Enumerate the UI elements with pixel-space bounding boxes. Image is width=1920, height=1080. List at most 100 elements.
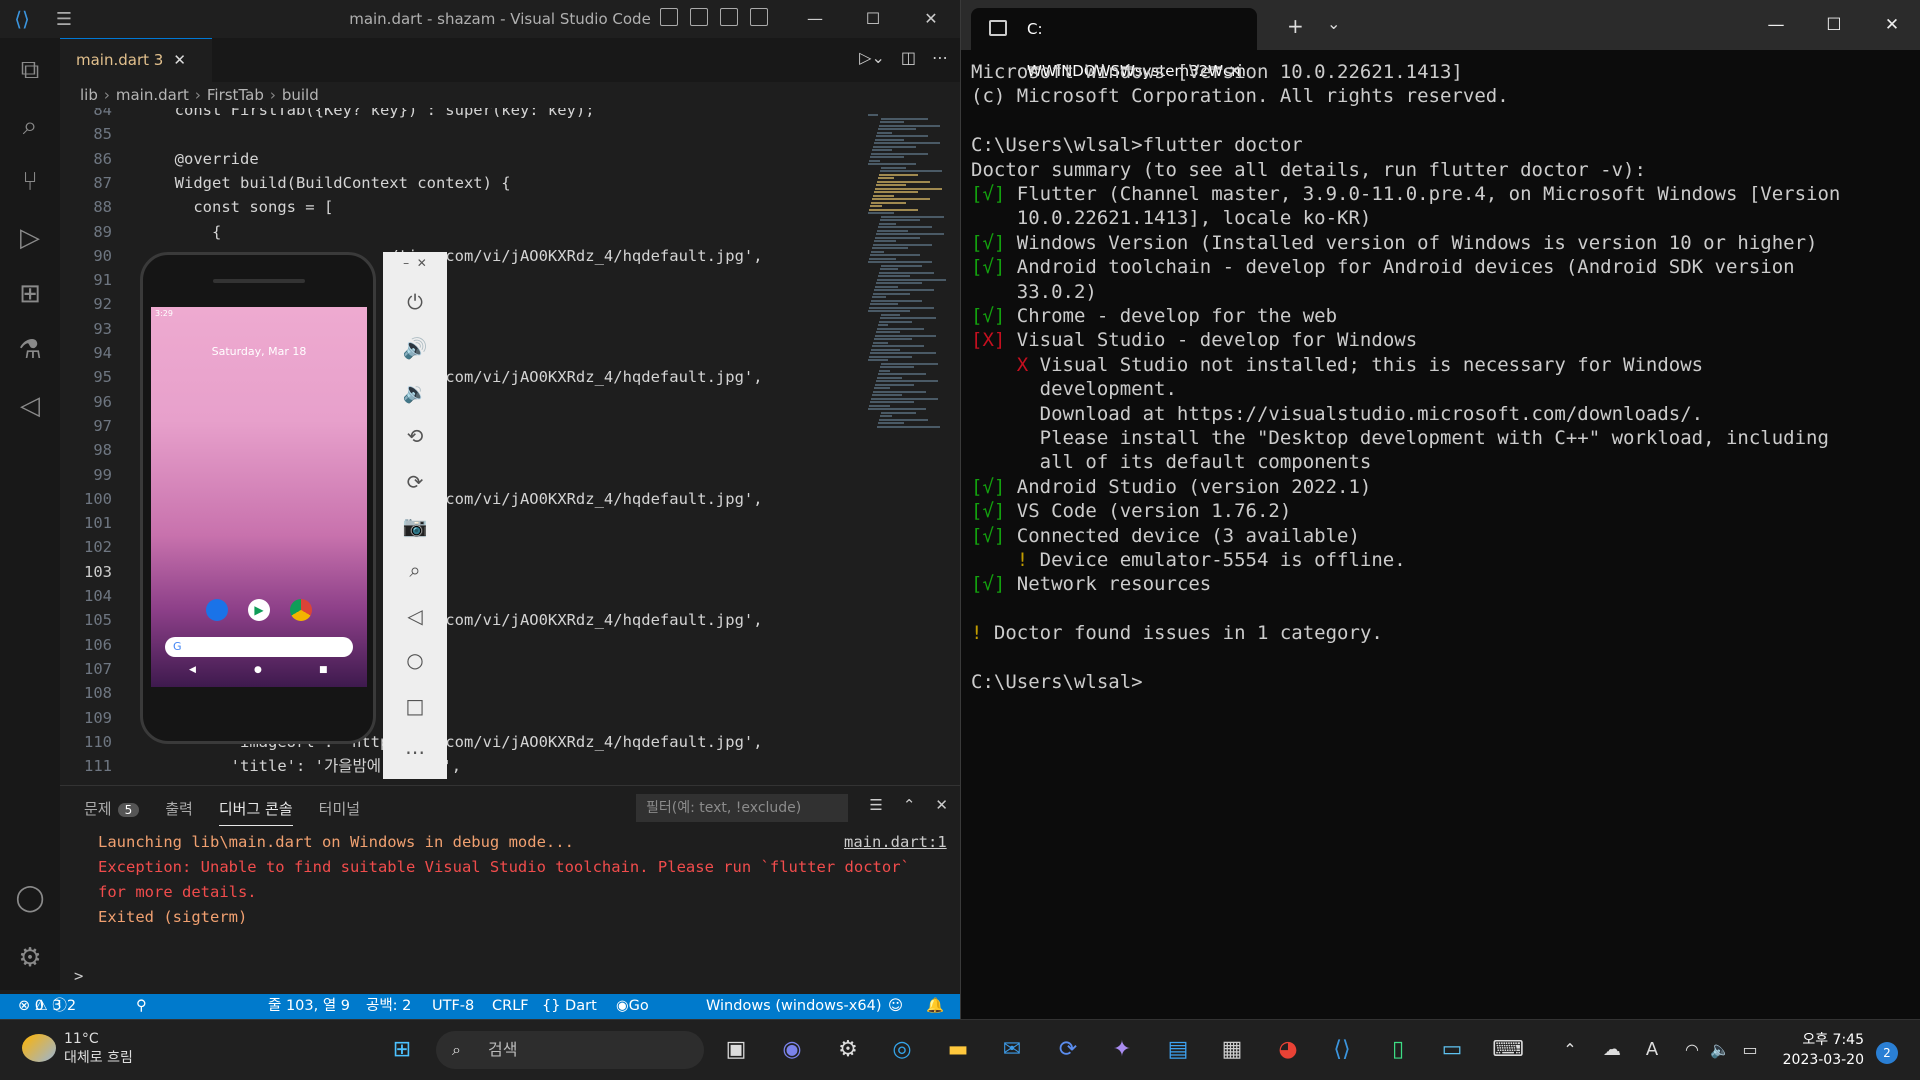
calculator-icon[interactable]: ▦: [1214, 1032, 1250, 1068]
notepad-icon[interactable]: ▤: [1160, 1032, 1196, 1068]
encoding[interactable]: UTF-8: [432, 994, 474, 1019]
cursor-position[interactable]: 줄 103, 열 9: [268, 994, 350, 1019]
settings-gear-icon[interactable]: ⚙: [12, 940, 48, 976]
vscode-logo-icon[interactable]: ⟨⟩: [0, 7, 44, 31]
show-hidden-icons[interactable]: ⌃: [1552, 1032, 1588, 1068]
mail-icon[interactable]: ✉: [994, 1032, 1030, 1068]
tab-main-dart[interactable]: main.dart 3 ✕: [60, 38, 212, 82]
breadcrumb-file[interactable]: main.dart: [116, 82, 189, 108]
chat-icon[interactable]: ◉: [774, 1032, 810, 1068]
code-line[interactable]: 84 const FirstTab({Key? key}) : super(ke…: [60, 108, 860, 122]
more-actions-icon[interactable]: ⋯: [932, 48, 948, 67]
taskbar-search[interactable]: ⌕ 검색: [436, 1031, 704, 1069]
vscode-icon[interactable]: ⟨⟩: [1324, 1032, 1360, 1068]
play-store-app-icon[interactable]: ▶: [248, 599, 270, 621]
rotate-right-icon[interactable]: ⟳: [383, 470, 447, 494]
tab-close-icon[interactable]: ✕: [173, 51, 186, 69]
code-line[interactable]: 111 'title': '가을밤에 든 생각',: [60, 754, 860, 778]
terminal-icon[interactable]: ⌨: [1490, 1032, 1526, 1068]
menu-icon[interactable]: ☰: [44, 9, 84, 30]
minimize-button[interactable]: —: [1747, 0, 1805, 50]
indentation[interactable]: 공백: 2: [366, 994, 411, 1019]
close-button[interactable]: ✕: [902, 0, 960, 38]
toggle-secondary-sidebar-icon[interactable]: [720, 8, 738, 26]
power-icon[interactable]: ⏻: [383, 290, 447, 314]
breadcrumb-method[interactable]: build: [282, 82, 319, 108]
weather-icon[interactable]: [22, 1034, 56, 1062]
home-icon[interactable]: ○: [383, 648, 447, 672]
code-line[interactable]: 87 Widget build(BuildContext context) {: [60, 171, 860, 195]
code-line[interactable]: 88 const songs = [: [60, 195, 860, 219]
debug-status-icon[interactable]: ⚲: [136, 994, 147, 1019]
customize-layout-icon[interactable]: [750, 8, 768, 26]
maximize-button[interactable]: ☐: [844, 0, 902, 38]
notifications-bell-icon[interactable]: 🔔: [926, 994, 944, 1019]
messages-app-icon[interactable]: [206, 599, 228, 621]
problems-status[interactable]: ⊗ 0 ⚠ 3 ⓘ 2: [18, 994, 76, 1019]
language-mode[interactable]: {} Dart: [542, 994, 597, 1019]
split-editor-icon[interactable]: ◫: [901, 48, 916, 67]
android-emulator[interactable]: 3:29 Saturday, Mar 18 ▶ G ◀ ● ■: [140, 252, 376, 744]
close-panel-icon[interactable]: ✕: [935, 796, 948, 814]
explorer-icon[interactable]: ⧉: [12, 52, 48, 88]
chrome-app-icon[interactable]: [290, 599, 312, 621]
maximize-panel-icon[interactable]: ⌃: [903, 796, 916, 814]
toggle-panel-icon[interactable]: [690, 8, 708, 26]
code-line[interactable]: 85: [60, 122, 860, 146]
emulator-min-close[interactable]: – ✕: [383, 256, 447, 270]
extensions-icon[interactable]: ⊞: [12, 276, 48, 312]
source-control-icon[interactable]: ⑂: [12, 164, 48, 200]
nav-recents-icon[interactable]: ■: [319, 665, 328, 675]
run-icon[interactable]: ▷⌄: [859, 48, 885, 67]
search-icon[interactable]: ⌕: [12, 108, 48, 144]
clear-console-icon[interactable]: ☰: [869, 796, 882, 814]
terminal-tab[interactable]: C:₩WINDOWS₩system32₩cm ✕: [971, 8, 1257, 80]
zoom-icon[interactable]: ⌕: [383, 558, 447, 582]
more-icon[interactable]: ⋯: [383, 740, 447, 764]
battery-icon[interactable]: ▭: [1732, 1032, 1768, 1068]
google-search-bar[interactable]: G: [165, 637, 353, 657]
code-line[interactable]: 89 {: [60, 220, 860, 244]
rotate-left-icon[interactable]: ⟲: [383, 424, 447, 448]
emulator-icon[interactable]: ▯: [1380, 1032, 1416, 1068]
toggle-sidebar-icon[interactable]: [660, 8, 678, 26]
screenshot-icon[interactable]: 📷: [383, 514, 447, 538]
console-prompt[interactable]: >: [74, 964, 83, 988]
tab-dropdown-icon[interactable]: ⌄: [1327, 14, 1340, 33]
go-live-button[interactable]: ◉ Go Live: [616, 994, 658, 1039]
start-icon[interactable]: ⊞: [384, 1032, 420, 1068]
tab-output[interactable]: 출력: [165, 798, 193, 826]
breadcrumb-folder[interactable]: lib: [80, 82, 98, 108]
nav-home-icon[interactable]: ●: [254, 665, 262, 675]
feedback-icon[interactable]: ☺: [888, 994, 903, 1019]
edge-icon[interactable]: ◎: [884, 1032, 920, 1068]
flutter-icon[interactable]: ◁: [12, 388, 48, 424]
emulator-screen[interactable]: 3:29 Saturday, Mar 18 ▶ G ◀ ● ■: [151, 307, 367, 687]
testing-icon[interactable]: ⚗: [12, 332, 48, 368]
file-explorer-icon[interactable]: ▬: [940, 1032, 976, 1068]
filter-input[interactable]: 필터(예: text, !exclude): [636, 794, 848, 822]
minimap[interactable]: [860, 108, 960, 785]
nav-back-icon[interactable]: ◀: [189, 665, 196, 675]
volume-down-icon[interactable]: 🔉: [383, 380, 447, 404]
breadcrumb-class[interactable]: FirstTab: [207, 82, 264, 108]
log-source-link[interactable]: main.dart:1: [844, 830, 947, 854]
back-icon[interactable]: ◁: [383, 604, 447, 628]
close-button[interactable]: ✕: [1863, 0, 1920, 50]
chrome-icon[interactable]: ◕: [1270, 1032, 1306, 1068]
minimize-button[interactable]: —: [786, 0, 844, 38]
onedrive-icon[interactable]: ☁: [1594, 1032, 1630, 1068]
overview-icon[interactable]: □: [383, 694, 447, 718]
volume-up-icon[interactable]: 🔊: [383, 336, 447, 360]
settings-icon[interactable]: ⚙: [830, 1032, 866, 1068]
app-icon[interactable]: ⟳: [1050, 1032, 1086, 1068]
remote-icon[interactable]: ▭: [1434, 1032, 1470, 1068]
task-view-icon[interactable]: ▣: [718, 1032, 754, 1068]
line-ending[interactable]: CRLF: [492, 994, 529, 1019]
tab-problems[interactable]: 문제 5: [84, 798, 140, 826]
run-debug-icon[interactable]: ▷: [12, 220, 48, 256]
clock[interactable]: 오후 7:45 2023-03-20: [1783, 1030, 1864, 1070]
input-method-icon[interactable]: A: [1634, 1032, 1670, 1068]
copilot-icon[interactable]: ✦: [1104, 1032, 1140, 1068]
tab-terminal[interactable]: 터미널: [319, 798, 360, 826]
